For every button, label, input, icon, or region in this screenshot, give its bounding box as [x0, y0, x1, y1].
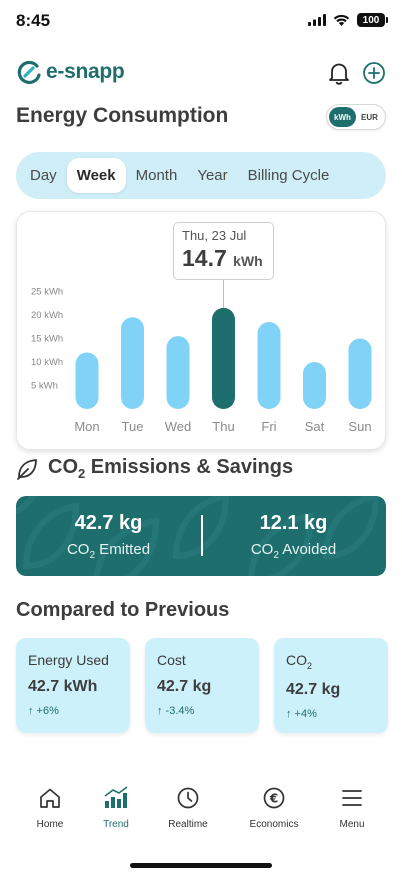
compare-energy-value: 42.7 kWh	[28, 678, 98, 695]
compare-energy-change: ↑ +6%	[28, 705, 59, 717]
co2-section-title: CO2 Emissions & Savings	[16, 456, 293, 481]
nav-trend[interactable]: Trend	[76, 785, 156, 830]
compare-co2-label-main: CO	[286, 652, 307, 668]
page-title: Energy Consumption	[16, 104, 229, 127]
unit-option-eur[interactable]: EUR	[356, 107, 383, 127]
co2-emitted-label-main: CO	[66, 541, 90, 558]
tooltip-unit: kWh	[233, 253, 263, 269]
compare-cost-change: ↑ -3.4%	[157, 705, 195, 717]
compare-card-cost[interactable]: Cost 42.7 kg ↑ -3.4%	[145, 638, 259, 733]
home-indicator	[130, 863, 272, 868]
tab-day[interactable]: Day	[20, 158, 67, 193]
menu-icon	[342, 790, 362, 806]
chart-tooltip: Thu, 23 Jul 14.7 kWh	[173, 222, 274, 280]
x-tick-label: Sat	[305, 419, 325, 434]
tooltip-value: 14.7 kWh	[182, 245, 265, 272]
compare-co2-change: ↑ +4%	[286, 707, 317, 720]
home-icon	[40, 788, 60, 808]
nav-menu-label: Menu	[339, 819, 365, 830]
period-tabs: Day Week Month Year Billing Cycle	[16, 152, 386, 199]
compare-co2-value: 42.7 kg	[286, 680, 341, 698]
co2-emitted-value: 42.7 kg	[74, 512, 143, 534]
header-actions	[328, 61, 386, 85]
signal-icon	[308, 14, 326, 26]
app-logo: e-snapp	[16, 59, 125, 85]
bottom-nav: Home Trend Realtime € Economics Menu	[0, 785, 402, 840]
co2-avoided-value: 12.1 kg	[259, 512, 328, 534]
status-time: 8:45	[16, 11, 51, 30]
co2-emitted-label: CO2 Emitted	[16, 541, 201, 561]
app-header: e-snapp	[16, 59, 386, 89]
co2-avoided-label-rest: Avoided	[278, 541, 337, 558]
logo-text: e-snapp	[46, 60, 125, 83]
compare-cost-value: 42.7 kg	[157, 678, 212, 695]
compare-co2-label-sub: 2	[307, 660, 313, 671]
status-bar: 8:45 100	[0, 0, 402, 44]
compare-card-co2[interactable]: CO2 42.7 kg ↑ +4%	[274, 638, 388, 733]
co2-avoided-label-main: CO	[250, 541, 274, 558]
tab-billing-cycle[interactable]: Billing Cycle	[238, 158, 340, 193]
co2-title-main: CO	[48, 456, 78, 478]
bar-tue[interactable]	[121, 317, 144, 409]
bell-icon[interactable]	[328, 61, 350, 85]
nav-economics[interactable]: € Economics	[234, 785, 314, 830]
bar-sat[interactable]	[303, 361, 326, 409]
compare-co2-label: CO2	[286, 652, 376, 671]
nav-realtime-label: Realtime	[168, 819, 208, 830]
co2-emitted: 42.7 kg CO2 Emitted	[16, 512, 201, 561]
y-tick-label: 15 kWh	[31, 333, 63, 344]
leaf-icon	[17, 458, 37, 480]
x-tick-label: Tue	[122, 419, 144, 434]
nav-economics-label: Economics	[249, 819, 299, 830]
co2-avoided: 12.1 kg CO2 Avoided	[201, 512, 386, 561]
co2-title-text: CO2 Emissions & Savings	[48, 456, 293, 481]
consumption-chart-card: 5 kWh 10 kWh 15 kWh 20 kWh 25 kWh Mon Tue Wed Th…	[16, 211, 386, 450]
x-tick-label: Sun	[348, 419, 371, 434]
y-tick-label: 10 kWh	[31, 357, 63, 368]
bar-fri[interactable]	[257, 321, 281, 409]
clock-icon	[177, 787, 199, 809]
co2-title-rest: Emissions & Savings	[85, 456, 294, 478]
tooltip-date: Thu, 23 Jul	[182, 228, 247, 243]
compare-energy-label: Energy Used	[28, 652, 109, 668]
co2-avoided-label: CO2 Avoided	[201, 541, 386, 561]
tab-month[interactable]: Month	[126, 158, 188, 193]
status-icons: 100	[308, 13, 388, 27]
co2-emitted-label-rest: Emitted	[95, 541, 151, 558]
bar-sun[interactable]	[348, 338, 372, 409]
nav-menu[interactable]: Menu	[312, 785, 392, 830]
trend-icon	[104, 786, 128, 808]
nav-trend-label: Trend	[103, 819, 129, 830]
svg-text:€: €	[269, 792, 278, 806]
nav-realtime[interactable]: Realtime	[148, 785, 228, 830]
y-tick-label: 5 kWh	[31, 380, 58, 391]
x-tick-label: Fri	[261, 419, 276, 434]
bar-wed[interactable]	[166, 336, 190, 409]
y-tick-label: 25 kWh	[31, 286, 63, 297]
x-tick-label: Wed	[165, 419, 192, 434]
unit-option-kwh[interactable]: kWh	[329, 107, 356, 127]
co2-banner: 42.7 kg CO2 Emitted 12.1 kg CO2 Avoided	[16, 496, 386, 576]
tab-year[interactable]: Year	[187, 158, 237, 193]
x-tick-label: Thu	[212, 419, 234, 434]
compare-cards: Energy Used 42.7 kWh ↑ +6% Cost 42.7 kg …	[16, 638, 388, 733]
wifi-icon	[333, 14, 350, 26]
add-icon[interactable]	[362, 61, 386, 85]
tooltip-value-number: 14.7	[182, 245, 227, 271]
y-tick-label: 20 kWh	[31, 310, 63, 321]
bar-mon[interactable]	[75, 352, 99, 409]
battery-icon: 100	[357, 13, 388, 27]
compare-title: Compared to Previous	[16, 599, 230, 621]
x-tick-label: Mon	[74, 419, 99, 434]
unit-toggle[interactable]: kWh EUR	[326, 104, 386, 130]
logo-gauge-icon	[17, 60, 41, 85]
bar-thu[interactable]	[212, 307, 235, 409]
compare-card-energy[interactable]: Energy Used 42.7 kWh ↑ +6%	[16, 638, 130, 733]
compare-cost-label: Cost	[157, 652, 186, 668]
tab-week[interactable]: Week	[66, 158, 126, 193]
euro-icon: €	[263, 787, 285, 809]
